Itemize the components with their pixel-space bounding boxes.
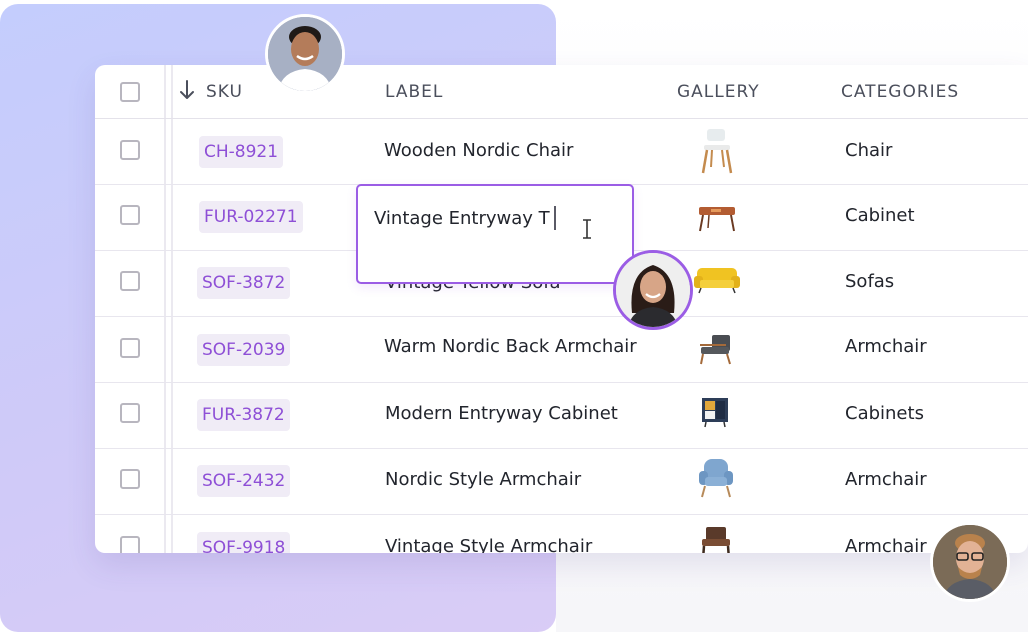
- label-edit-value[interactable]: Vintage Entryway T: [374, 208, 550, 229]
- collaborator-avatar[interactable]: [265, 14, 345, 94]
- collaborator-avatar[interactable]: [930, 522, 1010, 602]
- category-cell[interactable]: Armchair: [845, 469, 927, 490]
- row-checkbox[interactable]: [120, 469, 140, 489]
- category-cell[interactable]: Sofas: [845, 271, 894, 292]
- label-cell[interactable]: Modern Entryway Cabinet: [385, 403, 618, 424]
- sku-badge[interactable]: SOF-2039: [197, 334, 291, 366]
- sku-badge[interactable]: FUR-02271: [199, 201, 303, 233]
- arrow-down-icon[interactable]: [179, 80, 195, 104]
- vintage-armchair-thumbnail[interactable]: [700, 525, 732, 553]
- label-edit-field[interactable]: Vintage Entryway T: [356, 184, 634, 284]
- select-all-checkbox[interactable]: [120, 82, 140, 102]
- chair-thumbnail[interactable]: [699, 127, 735, 179]
- armchair-thumbnail[interactable]: [698, 333, 734, 369]
- category-cell[interactable]: Armchair: [845, 336, 927, 357]
- blue-armchair-thumbnail[interactable]: [696, 457, 736, 503]
- row-checkbox[interactable]: [120, 536, 140, 553]
- cabinet-thumbnail[interactable]: [700, 396, 730, 432]
- table-row[interactable]: SOF-2039 Warm Nordic Back Armchair Armch…: [95, 316, 1028, 383]
- label-cell[interactable]: Warm Nordic Back Armchair: [384, 336, 637, 357]
- column-header-label[interactable]: LABEL: [385, 82, 443, 102]
- column-header-categories[interactable]: CATEGORIES: [841, 82, 959, 102]
- row-checkbox[interactable]: [120, 403, 140, 423]
- row-checkbox[interactable]: [120, 271, 140, 291]
- text-cursor-icon: [582, 219, 592, 243]
- table-row[interactable]: SOF-2432 Nordic Style Armchair Armchair: [95, 448, 1028, 515]
- sku-badge[interactable]: CH-8921: [199, 136, 284, 168]
- collaborator-avatar[interactable]: [613, 250, 693, 330]
- text-caret: [554, 206, 556, 230]
- table-row[interactable]: SOF-9918 Vintage Style Armchair Armchair: [95, 514, 1028, 553]
- category-cell[interactable]: Cabinet: [845, 205, 915, 226]
- label-cell[interactable]: Vintage Style Armchair: [385, 536, 592, 553]
- table-header: SKU LABEL GALLERY CATEGORIES: [95, 65, 1028, 119]
- column-header-gallery[interactable]: GALLERY: [677, 82, 760, 102]
- label-cell[interactable]: Nordic Style Armchair: [385, 469, 581, 490]
- product-table: SKU LABEL GALLERY CATEGORIES CH-8921 Woo…: [95, 65, 1028, 553]
- category-cell[interactable]: Cabinets: [845, 403, 924, 424]
- table-row[interactable]: CH-8921 Wooden Nordic Chair Chair: [95, 118, 1028, 185]
- sku-badge[interactable]: SOF-9918: [197, 532, 291, 553]
- sku-badge[interactable]: SOF-2432: [197, 465, 291, 497]
- entry-table-thumbnail[interactable]: [697, 204, 737, 236]
- yellow-sofa-thumbnail[interactable]: [693, 264, 741, 298]
- row-checkbox[interactable]: [120, 338, 140, 358]
- sku-badge[interactable]: FUR-3872: [197, 399, 290, 431]
- sku-badge[interactable]: SOF-3872: [197, 267, 291, 299]
- column-header-sku[interactable]: SKU: [206, 82, 243, 102]
- row-checkbox[interactable]: [120, 205, 140, 225]
- label-cell[interactable]: Wooden Nordic Chair: [384, 140, 573, 161]
- table-row[interactable]: FUR-3872 Modern Entryway Cabinet Cabinet…: [95, 382, 1028, 449]
- row-checkbox[interactable]: [120, 140, 140, 160]
- category-cell[interactable]: Chair: [845, 140, 892, 161]
- category-cell[interactable]: Armchair: [845, 536, 927, 553]
